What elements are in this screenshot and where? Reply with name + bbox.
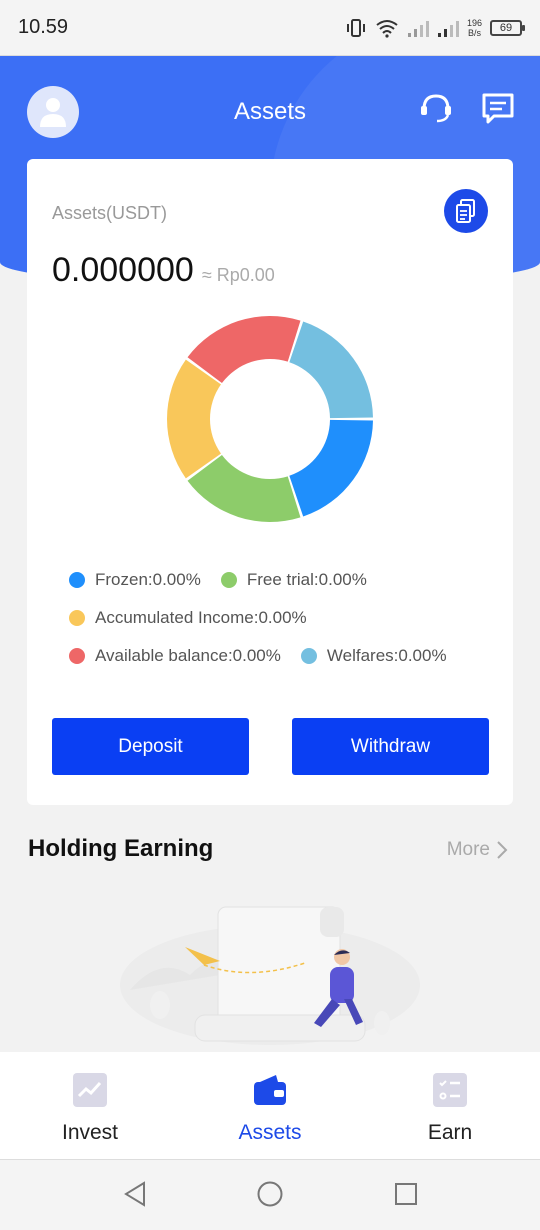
legend-row: Available balance:0.00% Welfares:0.00% [69,637,447,675]
assets-card: Assets(USDT) 0.000000 ≈ Rp0.00 Frozen:0.… [27,159,513,805]
checklist-icon [433,1073,467,1107]
legend-label: Welfares:0.00% [326,646,447,665]
deposit-button[interactable]: Deposit [52,718,249,775]
signal-icon-2 [437,21,459,37]
legend-accumulated-income: Accumulated Income:0.00% [69,608,307,628]
home-icon[interactable] [256,1180,284,1208]
battery-icon: 69 [490,20,525,36]
legend-frozen: Frozen:0.00% [69,570,201,590]
speed-value: 196 [466,18,482,28]
signal-icon [407,21,429,37]
legend-dot [220,572,237,588]
nav-label: Invest [61,1121,119,1144]
balance-value: 0.000000 [52,251,194,289]
vibrate-icon [346,19,365,37]
chart-legend: Frozen:0.00% Free trial:0.00% Accumulate… [69,561,447,675]
legend-row: Accumulated Income:0.00% [69,599,447,637]
legend-welfares: Welfares:0.00% [300,646,447,666]
more-link[interactable]: More [447,839,508,861]
bottom-nav: Invest Assets Earn [0,1052,540,1160]
status-time: 10.59 [18,16,69,38]
legend-dot [69,572,85,588]
empty-state-illustration [120,906,420,1045]
assets-donut-chart [167,316,373,522]
legend-label: Frozen:0.00% [95,570,201,589]
message-icon[interactable] [480,90,516,126]
speed-unit: B/s [467,28,481,38]
fiat-value: ≈ Rp0.00 [201,265,275,285]
balance-row: 0.000000 ≈ Rp0.00 [52,251,275,290]
more-label: More [446,839,490,860]
nav-label: Assets [238,1121,302,1144]
nav-label: Earn [427,1121,473,1144]
network-speed: 196 B/s [467,18,482,38]
back-icon[interactable] [122,1180,148,1208]
chevron-right-icon [497,841,508,859]
wifi-icon [376,20,398,38]
legend-row: Frozen:0.00% Free trial:0.00% [69,561,447,599]
legend-dot [69,610,85,626]
donut-segment-welfares [289,321,373,419]
holding-earning-title: Holding Earning [28,835,214,862]
donut-segment-accumulated-income [167,359,221,479]
records-button[interactable] [444,189,488,233]
legend-free-trial: Free trial:0.00% [220,570,367,590]
nav-earn[interactable]: Earn [380,1072,520,1145]
assets-label: Assets(USDT) [52,203,168,223]
legend-label: Available balance:0.00% [95,646,281,665]
wallet-icon [254,1075,286,1105]
chart-icon [73,1073,107,1107]
battery-level: 69 [499,22,513,34]
withdraw-button[interactable]: Withdraw [292,718,489,775]
donut-segment-frozen [289,419,373,517]
nav-assets[interactable]: Assets [200,1072,340,1145]
legend-available-balance: Available balance:0.00% [69,646,281,666]
document-icon [456,199,475,223]
system-nav-bar [0,1160,540,1230]
legend-label: Free trial:0.00% [246,570,367,589]
status-bar: 10.59 196 B/s 69 [0,0,540,56]
page-title: Assets [233,98,307,125]
legend-dot [300,648,317,664]
legend-dot [69,648,85,664]
nav-invest[interactable]: Invest [20,1072,160,1145]
legend-label: Accumulated Income:0.00% [95,608,307,627]
recents-icon[interactable] [393,1180,419,1208]
customer-support-icon[interactable] [418,90,454,126]
status-icons: 196 B/s 69 [345,14,525,42]
